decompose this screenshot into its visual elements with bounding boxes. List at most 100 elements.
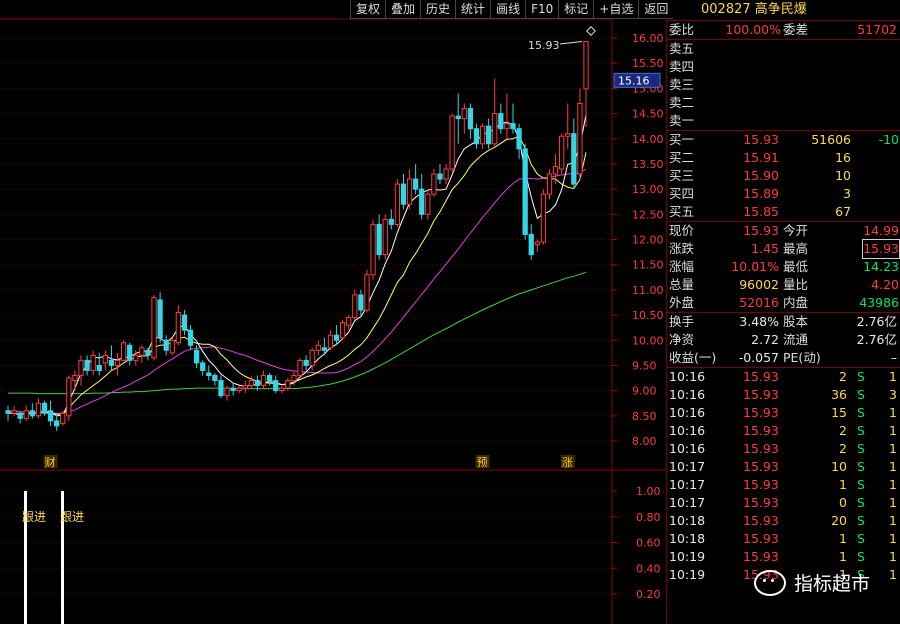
tick-side: S: [857, 495, 865, 510]
tick-price: 15.93: [743, 513, 779, 528]
toolbar-draw-button[interactable]: 画线: [490, 0, 526, 19]
info-value: 2.76亿: [856, 332, 897, 347]
sell-row: 卖二: [667, 94, 900, 112]
price-axis-label: 12.00: [632, 234, 664, 247]
candle-body: [102, 354, 108, 364]
buy-row: 买四 15.89 3: [667, 185, 900, 203]
toolbar-mark-button[interactable]: 标记: [558, 0, 594, 19]
tick-side: S: [857, 369, 865, 384]
toolbar-history-button[interactable]: 历史: [420, 0, 456, 19]
tick-side: S: [857, 477, 865, 492]
tick-row: 10:16 15.93 15 S 1: [667, 404, 900, 422]
candle-body: [528, 233, 534, 256]
candle-body: [60, 412, 66, 424]
candle-body: [175, 312, 181, 344]
tick-volume: 15: [831, 405, 847, 420]
buy-price: 15.85: [743, 204, 779, 219]
info-value: 2.72: [751, 332, 779, 347]
tick-count: 1: [889, 441, 897, 456]
candle-body: [145, 349, 151, 356]
candle-body: [169, 339, 175, 354]
candle-body: [534, 241, 540, 246]
info-label: PE(动): [783, 350, 821, 365]
tick-time: 10:16: [669, 423, 706, 438]
stat-row: 涨跌 1.45 最高 15.93: [667, 239, 900, 259]
tick-time: 10:17: [669, 459, 706, 474]
weibi-value: 100.00%: [725, 22, 781, 37]
kline-chart-area[interactable]: 16.00 15.50 15.00 14.50 14.00 13.50 13.00 12.50…: [0, 0, 674, 624]
stat-value: 4.20: [871, 277, 899, 292]
info-value: -0.057: [738, 350, 779, 365]
buy-volume: 16: [835, 150, 851, 165]
tick-price: 15.93: [743, 549, 779, 564]
candle-body: [47, 410, 54, 422]
buy-price: 15.89: [743, 186, 779, 201]
tick-price: 15.93: [743, 441, 779, 456]
candle-body: [546, 173, 553, 195]
buy-row: 买二 15.91 16: [667, 149, 900, 167]
candle-body: [181, 314, 188, 331]
candle-body: [29, 410, 35, 417]
tick-time: 10:16: [669, 405, 706, 420]
toolbar-stats-button[interactable]: 统计: [455, 0, 491, 19]
buy-volume: 67: [835, 204, 851, 219]
diamond-marker-icon: [586, 26, 596, 36]
tick-time: 10:18: [669, 531, 706, 546]
ma60-line: [8, 271, 587, 395]
buy-volume: 51606: [811, 132, 851, 147]
weibi-label: 委比: [669, 22, 695, 37]
sell-orders: 卖五 卖四 卖三 卖二 卖一: [667, 40, 900, 130]
candle-body: [370, 223, 376, 276]
tick-count: 1: [889, 369, 897, 384]
candle-body: [35, 402, 42, 417]
tick-side: S: [857, 459, 865, 474]
info-value: 3.48%: [739, 314, 779, 329]
candle-body: [406, 178, 413, 205]
toolbar-fuquan-button[interactable]: 复权: [350, 0, 386, 19]
tick-row: 10:16 15.93 2 S 1: [667, 422, 900, 440]
tick-list[interactable]: 10:16 15.93 2 S 1 10:16 15.93 36 S 3 10:16 15.93 15 S…: [667, 368, 900, 584]
chart-toolbar: 复权 叠加 历史 统计 画线 F10 标记 +自选 返回: [350, 0, 674, 19]
event-marker-text: 财: [45, 455, 56, 469]
stat-row: 外盘 52016 内盘 43986: [667, 294, 900, 312]
candle-body: [17, 412, 23, 419]
buy-orders: 买一 15.93 51606 -10 买二 15.91 16 买三 15.90 10 买四 15.89…: [667, 131, 900, 221]
share-info: 换手 3.48% 股本 2.76亿 净资 2.72 流通 2.76亿 收益(一) -0.057 PE…: [667, 313, 900, 367]
sub-axis-label: 1.00: [636, 485, 661, 498]
candle-body: [54, 420, 60, 427]
candle-body: [467, 108, 474, 130]
candle-body: [285, 380, 291, 389]
watermark: 指标超市: [753, 569, 870, 596]
candle-body: [413, 178, 419, 190]
stat-value: 52016: [739, 295, 779, 310]
tick-time: 10:16: [669, 441, 706, 456]
info-value: –: [890, 350, 897, 365]
stat-row: 涨幅 10.01% 最低 14.23: [667, 258, 900, 276]
tick-side: S: [857, 441, 865, 456]
price-axis-label: 14.00: [632, 133, 664, 146]
candle-body: [279, 387, 285, 392]
toolbar-back-button[interactable]: 返回: [638, 0, 674, 19]
kline-chart[interactable]: 16.0015.5015.0014.5014.0013.5013.0012.50…: [0, 0, 666, 624]
candle-body: [504, 123, 510, 130]
tick-row: 10:16 15.93 2 S 1: [667, 368, 900, 386]
toolbar-f10-button[interactable]: F10: [525, 0, 559, 19]
info-label: 收益(一): [669, 350, 717, 365]
tick-side: S: [857, 423, 865, 438]
toolbar-overlay-button[interactable]: 叠加: [385, 0, 421, 19]
signal-label: 跟进: [22, 510, 47, 524]
candle-body: [565, 133, 571, 137]
info-label: 股本: [783, 314, 809, 329]
candle-body: [333, 334, 340, 341]
candle-body: [358, 294, 364, 311]
tick-volume: 2: [839, 369, 847, 384]
sell-row: 卖四: [667, 58, 900, 76]
candle-body: [382, 218, 388, 256]
tick-time: 10:17: [669, 495, 706, 510]
toolbar-add-watchlist-button[interactable]: +自选: [593, 0, 639, 19]
candle-body: [455, 115, 461, 120]
info-label: 净资: [669, 332, 695, 347]
candle-body: [273, 380, 279, 392]
candle-body: [516, 128, 522, 150]
price-stats: 现价 15.93 今开 14.99 涨跌 1.45 最高 15.93 涨幅 10.01% 最低 14.…: [667, 222, 900, 312]
